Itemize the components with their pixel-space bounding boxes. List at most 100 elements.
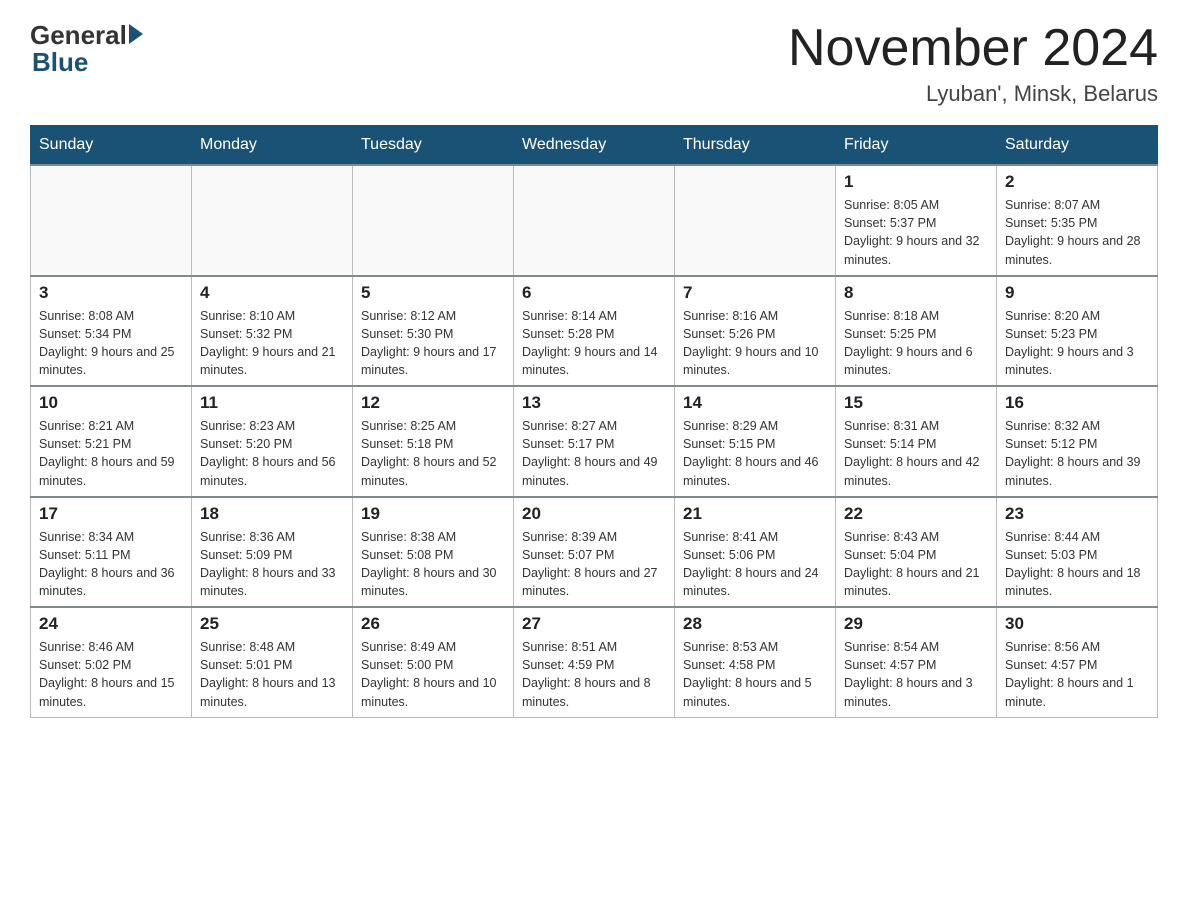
day-info: Sunrise: 8:43 AMSunset: 5:04 PMDaylight:… bbox=[844, 528, 988, 601]
calendar-cell bbox=[675, 165, 836, 276]
weekday-header-friday: Friday bbox=[836, 126, 997, 166]
day-info: Sunrise: 8:36 AMSunset: 5:09 PMDaylight:… bbox=[200, 528, 344, 601]
day-info: Sunrise: 8:29 AMSunset: 5:15 PMDaylight:… bbox=[683, 417, 827, 490]
day-number: 17 bbox=[39, 504, 183, 524]
day-info: Sunrise: 8:12 AMSunset: 5:30 PMDaylight:… bbox=[361, 307, 505, 380]
calendar-cell: 23 Sunrise: 8:44 AMSunset: 5:03 PMDayligh… bbox=[997, 497, 1158, 608]
day-info: Sunrise: 8:44 AMSunset: 5:03 PMDaylight:… bbox=[1005, 528, 1149, 601]
weekday-header-tuesday: Tuesday bbox=[353, 126, 514, 166]
week-row-2: 3Sunrise: 8:08 AMSunset: 5:34 PMDaylight… bbox=[31, 276, 1158, 387]
calendar-cell: 1 Sunrise: 8:05 AMSunset: 5:37 PMDaylight… bbox=[836, 165, 997, 276]
day-info: Sunrise: 8:18 AMSunset: 5:25 PMDaylight:… bbox=[844, 307, 988, 380]
calendar-cell: 8Sunrise: 8:18 AMSunset: 5:25 PMDaylight… bbox=[836, 276, 997, 387]
calendar-cell: 27 Sunrise: 8:51 AMSunset: 4:59 PMDayligh… bbox=[514, 607, 675, 717]
calendar-cell: 18 Sunrise: 8:36 AMSunset: 5:09 PMDayligh… bbox=[192, 497, 353, 608]
calendar-cell bbox=[192, 165, 353, 276]
weekday-header-row: SundayMondayTuesdayWednesdayThursdayFrid… bbox=[31, 126, 1158, 166]
calendar-cell bbox=[514, 165, 675, 276]
week-row-5: 24Sunrise: 8:46 AMSunset: 5:02 PMDayligh… bbox=[31, 607, 1158, 717]
calendar-cell bbox=[353, 165, 514, 276]
calendar-cell: 28 Sunrise: 8:53 AMSunset: 4:58 PMDayligh… bbox=[675, 607, 836, 717]
day-info: Sunrise: 8:05 AMSunset: 5:37 PMDaylight:… bbox=[844, 196, 988, 269]
logo-area: General Blue bbox=[30, 20, 143, 78]
day-number: 28 bbox=[683, 614, 827, 634]
day-info: Sunrise: 8:10 AMSunset: 5:32 PMDaylight:… bbox=[200, 307, 344, 380]
calendar-cell: 21 Sunrise: 8:41 AMSunset: 5:06 PMDayligh… bbox=[675, 497, 836, 608]
calendar-cell: 17 Sunrise: 8:34 AMSunset: 5:11 PMDayligh… bbox=[31, 497, 192, 608]
calendar-cell: 2 Sunrise: 8:07 AMSunset: 5:35 PMDaylight… bbox=[997, 165, 1158, 276]
day-info: Sunrise: 8:31 AMSunset: 5:14 PMDaylight:… bbox=[844, 417, 988, 490]
day-info: Sunrise: 8:34 AMSunset: 5:11 PMDaylight:… bbox=[39, 528, 183, 601]
calendar-cell: 24Sunrise: 8:46 AMSunset: 5:02 PMDayligh… bbox=[31, 607, 192, 717]
calendar-cell: 5 Sunrise: 8:12 AMSunset: 5:30 PMDaylight… bbox=[353, 276, 514, 387]
day-number: 7 bbox=[683, 283, 827, 303]
day-number: 12 bbox=[361, 393, 505, 413]
calendar-cell: 16 Sunrise: 8:32 AMSunset: 5:12 PMDayligh… bbox=[997, 386, 1158, 497]
day-number: 29 bbox=[844, 614, 988, 634]
day-number: 1 bbox=[844, 172, 988, 192]
day-info: Sunrise: 8:38 AMSunset: 5:08 PMDaylight:… bbox=[361, 528, 505, 601]
weekday-header-wednesday: Wednesday bbox=[514, 126, 675, 166]
weekday-header-monday: Monday bbox=[192, 126, 353, 166]
logo-arrow-icon bbox=[129, 24, 143, 44]
day-number: 18 bbox=[200, 504, 344, 524]
day-number: 2 bbox=[1005, 172, 1149, 192]
calendar-cell: 4Sunrise: 8:10 AMSunset: 5:32 PMDaylight… bbox=[192, 276, 353, 387]
day-info: Sunrise: 8:51 AMSunset: 4:59 PMDaylight:… bbox=[522, 638, 666, 711]
calendar-cell: 7 Sunrise: 8:16 AMSunset: 5:26 PMDaylight… bbox=[675, 276, 836, 387]
day-number: 13 bbox=[522, 393, 666, 413]
location-subtitle: Lyuban', Minsk, Belarus bbox=[788, 81, 1158, 107]
day-info: Sunrise: 8:41 AMSunset: 5:06 PMDaylight:… bbox=[683, 528, 827, 601]
day-number: 27 bbox=[522, 614, 666, 634]
day-info: Sunrise: 8:21 AMSunset: 5:21 PMDaylight:… bbox=[39, 417, 183, 490]
day-info: Sunrise: 8:39 AMSunset: 5:07 PMDaylight:… bbox=[522, 528, 666, 601]
calendar-cell: 13 Sunrise: 8:27 AMSunset: 5:17 PMDayligh… bbox=[514, 386, 675, 497]
header: General Blue November 2024 Lyuban', Mins… bbox=[30, 20, 1158, 107]
weekday-header-saturday: Saturday bbox=[997, 126, 1158, 166]
day-number: 10 bbox=[39, 393, 183, 413]
day-info: Sunrise: 8:53 AMSunset: 4:58 PMDaylight:… bbox=[683, 638, 827, 711]
day-number: 6 bbox=[522, 283, 666, 303]
day-info: Sunrise: 8:16 AMSunset: 5:26 PMDaylight:… bbox=[683, 307, 827, 380]
day-number: 23 bbox=[1005, 504, 1149, 524]
calendar-cell: 10 Sunrise: 8:21 AMSunset: 5:21 PMDayligh… bbox=[31, 386, 192, 497]
day-info: Sunrise: 8:32 AMSunset: 5:12 PMDaylight:… bbox=[1005, 417, 1149, 490]
day-number: 26 bbox=[361, 614, 505, 634]
day-number: 20 bbox=[522, 504, 666, 524]
day-info: Sunrise: 8:49 AMSunset: 5:00 PMDaylight:… bbox=[361, 638, 505, 711]
calendar-cell bbox=[31, 165, 192, 276]
week-row-4: 17 Sunrise: 8:34 AMSunset: 5:11 PMDayligh… bbox=[31, 497, 1158, 608]
day-info: Sunrise: 8:56 AMSunset: 4:57 PMDaylight:… bbox=[1005, 638, 1149, 711]
day-number: 19 bbox=[361, 504, 505, 524]
calendar-cell: 30Sunrise: 8:56 AMSunset: 4:57 PMDayligh… bbox=[997, 607, 1158, 717]
calendar-cell: 11 Sunrise: 8:23 AMSunset: 5:20 PMDayligh… bbox=[192, 386, 353, 497]
day-info: Sunrise: 8:23 AMSunset: 5:20 PMDaylight:… bbox=[200, 417, 344, 490]
day-info: Sunrise: 8:46 AMSunset: 5:02 PMDaylight:… bbox=[39, 638, 183, 711]
calendar-cell: 12 Sunrise: 8:25 AMSunset: 5:18 PMDayligh… bbox=[353, 386, 514, 497]
day-number: 15 bbox=[844, 393, 988, 413]
calendar-cell: 6 Sunrise: 8:14 AMSunset: 5:28 PMDaylight… bbox=[514, 276, 675, 387]
calendar-cell: 20 Sunrise: 8:39 AMSunset: 5:07 PMDayligh… bbox=[514, 497, 675, 608]
day-number: 3 bbox=[39, 283, 183, 303]
day-number: 16 bbox=[1005, 393, 1149, 413]
calendar-cell: 14 Sunrise: 8:29 AMSunset: 5:15 PMDayligh… bbox=[675, 386, 836, 497]
day-number: 25 bbox=[200, 614, 344, 634]
calendar-cell: 22Sunrise: 8:43 AMSunset: 5:04 PMDayligh… bbox=[836, 497, 997, 608]
day-info: Sunrise: 8:20 AMSunset: 5:23 PMDaylight:… bbox=[1005, 307, 1149, 380]
day-number: 14 bbox=[683, 393, 827, 413]
title-area: November 2024 Lyuban', Minsk, Belarus bbox=[788, 20, 1158, 107]
day-info: Sunrise: 8:14 AMSunset: 5:28 PMDaylight:… bbox=[522, 307, 666, 380]
calendar-cell: 25Sunrise: 8:48 AMSunset: 5:01 PMDayligh… bbox=[192, 607, 353, 717]
day-number: 9 bbox=[1005, 283, 1149, 303]
calendar-cell: 19 Sunrise: 8:38 AMSunset: 5:08 PMDayligh… bbox=[353, 497, 514, 608]
week-row-1: 1 Sunrise: 8:05 AMSunset: 5:37 PMDaylight… bbox=[31, 165, 1158, 276]
logo-blue-text: Blue bbox=[32, 47, 88, 78]
day-number: 11 bbox=[200, 393, 344, 413]
day-info: Sunrise: 8:25 AMSunset: 5:18 PMDaylight:… bbox=[361, 417, 505, 490]
calendar-cell: 26 Sunrise: 8:49 AMSunset: 5:00 PMDayligh… bbox=[353, 607, 514, 717]
day-number: 21 bbox=[683, 504, 827, 524]
calendar-table: SundayMondayTuesdayWednesdayThursdayFrid… bbox=[30, 125, 1158, 718]
day-info: Sunrise: 8:07 AMSunset: 5:35 PMDaylight:… bbox=[1005, 196, 1149, 269]
day-info: Sunrise: 8:27 AMSunset: 5:17 PMDaylight:… bbox=[522, 417, 666, 490]
day-number: 5 bbox=[361, 283, 505, 303]
